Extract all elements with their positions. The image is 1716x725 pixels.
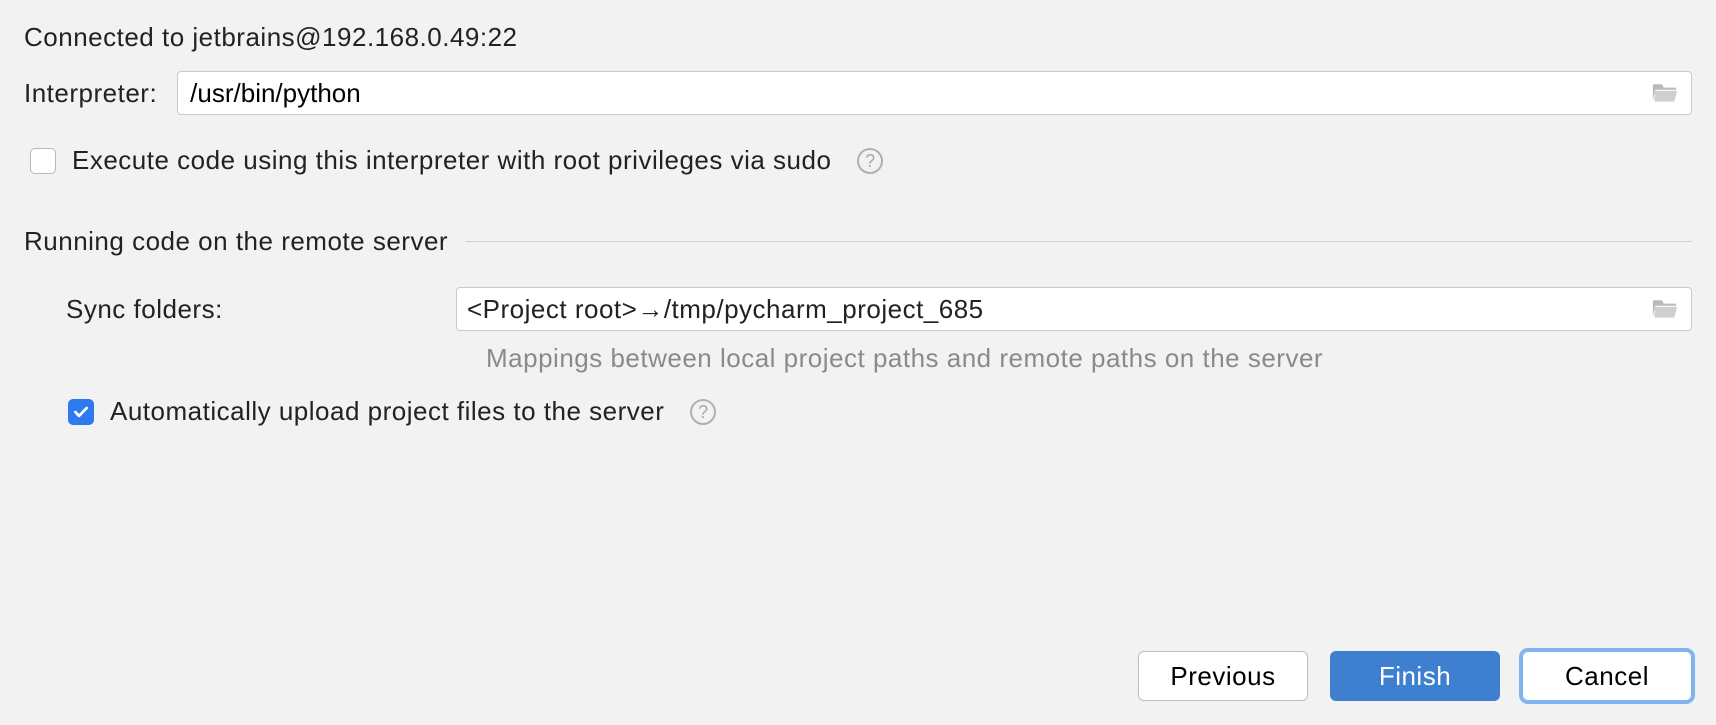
sudo-label: Execute code using this interpreter with…	[72, 145, 831, 176]
sync-folders-value[interactable]: <Project root>→/tmp/pycharm_project_685	[467, 294, 1651, 325]
sync-folders-row: Sync folders: <Project root>→/tmp/pychar…	[24, 287, 1692, 331]
previous-button[interactable]: Previous	[1138, 651, 1308, 701]
auto-upload-checkbox[interactable]	[68, 399, 94, 425]
sync-folders-field-wrap: <Project root>→/tmp/pycharm_project_685	[456, 287, 1692, 331]
interpreter-path-field-wrap	[177, 71, 1692, 115]
auto-upload-row: Automatically upload project files to th…	[24, 396, 1692, 427]
finish-button[interactable]: Finish	[1330, 651, 1500, 701]
section-title: Running code on the remote server	[24, 226, 448, 257]
sync-folders-hint: Mappings between local project paths and…	[24, 343, 1692, 374]
folder-open-icon[interactable]	[1651, 297, 1681, 321]
folder-open-icon[interactable]	[1651, 81, 1681, 105]
cancel-button[interactable]: Cancel	[1522, 651, 1692, 701]
interpreter-path-input[interactable]	[188, 77, 1651, 110]
sudo-checkbox[interactable]	[30, 148, 56, 174]
interpreter-config-panel: Connected to jetbrains@192.168.0.49:22 I…	[0, 0, 1716, 725]
help-icon[interactable]: ?	[690, 399, 716, 425]
section-header: Running code on the remote server	[24, 226, 1692, 257]
sudo-row: Execute code using this interpreter with…	[24, 145, 1692, 176]
auto-upload-label: Automatically upload project files to th…	[110, 396, 664, 427]
interpreter-label: Interpreter:	[24, 78, 157, 109]
sync-folders-label: Sync folders:	[66, 294, 456, 325]
button-bar: Previous Finish Cancel	[1138, 651, 1692, 701]
interpreter-row: Interpreter:	[24, 71, 1692, 115]
remote-section: Running code on the remote server Sync f…	[24, 226, 1692, 427]
connection-title: Connected to jetbrains@192.168.0.49:22	[24, 20, 1692, 71]
help-icon[interactable]: ?	[857, 148, 883, 174]
section-divider	[466, 241, 1692, 242]
